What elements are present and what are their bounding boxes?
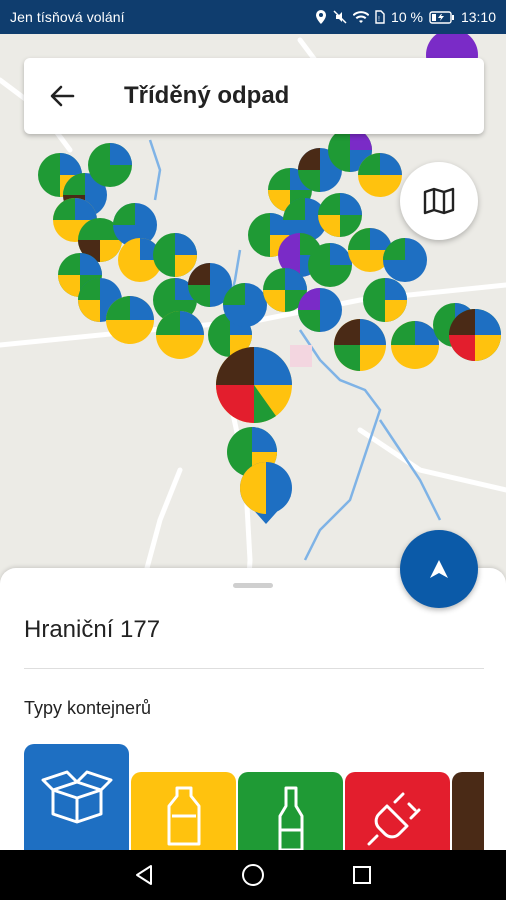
container-type-paper[interactable] [24, 744, 129, 850]
container-type-glass[interactable] [238, 772, 343, 850]
clock: 13:10 [460, 9, 496, 25]
container-types-heading: Typy kontejnerů [24, 698, 152, 718]
arrow-back-icon [50, 85, 75, 107]
system-navigation-bar [0, 850, 506, 900]
battery-icon [429, 10, 454, 24]
recents-square-icon[interactable] [352, 865, 372, 885]
container-type-plastic[interactable] [131, 772, 236, 850]
sheet-drag-handle[interactable] [233, 583, 273, 588]
bottom-sheet: Hraniční 177 Typy kontejnerů [0, 568, 506, 850]
address-label: Hraniční 177 [24, 616, 161, 643]
map-area [290, 345, 312, 367]
plastic-bottle-icon [167, 786, 200, 846]
status-bar: Jen tísňová volání ! 10 % 13:10 [0, 0, 506, 34]
mute-icon [333, 10, 347, 24]
divider [24, 668, 484, 669]
back-button[interactable] [24, 58, 100, 134]
svg-text:!: ! [378, 16, 380, 23]
container-type-electro[interactable] [345, 772, 450, 850]
electric-plug-icon [367, 792, 420, 846]
map-icon [423, 187, 455, 215]
navigation-arrow-icon [430, 560, 448, 578]
page-title: Tříděný odpad [124, 82, 290, 109]
sim-icon: ! [375, 10, 385, 24]
navigate-button[interactable] [400, 530, 478, 608]
status-icons: ! 10 % 13:10 [315, 9, 496, 25]
container-type-bio[interactable] [452, 772, 484, 850]
map-layers-button[interactable] [400, 162, 478, 240]
glass-bottle-icon [278, 786, 303, 850]
back-triangle-icon[interactable] [134, 864, 154, 886]
location-icon [316, 10, 327, 24]
battery-percent: 10 % [391, 9, 423, 25]
paper-box-icon [41, 770, 112, 824]
carrier-text: Jen tísňová volání [10, 9, 125, 25]
container-types-list [24, 744, 484, 850]
wifi-icon [353, 10, 370, 23]
header-card: Tříděný odpad [24, 58, 484, 134]
bio-waste-icon [483, 786, 485, 848]
home-circle-icon[interactable] [241, 863, 265, 887]
